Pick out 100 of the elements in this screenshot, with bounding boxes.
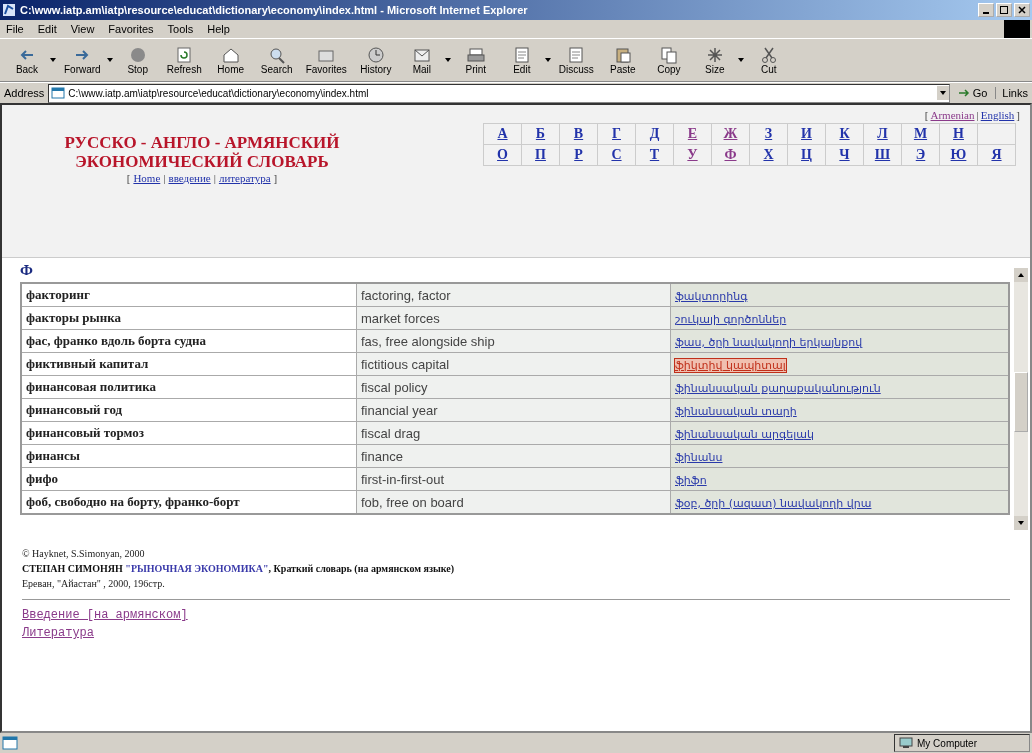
- letter-link[interactable]: Ч: [839, 147, 850, 162]
- scrollbar-thumb[interactable]: [1014, 372, 1028, 432]
- nav-link[interactable]: Home: [133, 172, 161, 184]
- english-term: fas, free alongside ship: [361, 333, 495, 349]
- letter-link[interactable]: Э: [915, 147, 926, 162]
- armenian-term-link[interactable]: շուկայի գործոններ: [675, 312, 787, 326]
- menu-item[interactable]: Favorites: [108, 23, 154, 35]
- book-citation: СТЕПАН СИМОНЯН "РЫНОЧНАЯ ЭКОНОМИКА", Краткий словарь (на армянском языке): [22, 563, 455, 574]
- toolbar-button[interactable]: Copy: [645, 44, 692, 76]
- address-label: Address: [4, 87, 45, 99]
- dropdown-arrow-icon[interactable]: [106, 58, 113, 62]
- russian-term: финансы: [26, 448, 80, 463]
- toolbar-button[interactable]: Search: [253, 44, 300, 76]
- armenian-term-link[interactable]: ֆիկտիվ կապիտալ: [675, 358, 786, 372]
- toolbar-button[interactable]: Favorites: [299, 44, 353, 76]
- letter-link[interactable]: Ц: [801, 147, 812, 162]
- bracket: |: [976, 109, 979, 121]
- dropdown-arrow-icon[interactable]: [50, 58, 56, 62]
- footer-link[interactable]: Введение [на армянском]: [22, 608, 188, 622]
- armenian-term-link[interactable]: ֆինանս: [675, 450, 723, 464]
- copy-icon: [658, 45, 679, 64]
- dropdown-arrow-icon[interactable]: [544, 58, 551, 62]
- letter-link[interactable]: В: [573, 126, 584, 141]
- letter-link[interactable]: К: [839, 126, 850, 141]
- menu-item[interactable]: Help: [207, 23, 230, 35]
- menu-item[interactable]: Edit: [37, 23, 57, 35]
- maximize-button[interactable]: [996, 3, 1012, 17]
- letter-link[interactable]: О: [497, 147, 508, 162]
- close-button[interactable]: [1014, 3, 1030, 17]
- letter-link[interactable]: З: [764, 126, 773, 141]
- nav-link[interactable]: литература: [218, 172, 271, 184]
- letter-link[interactable]: У: [687, 147, 698, 162]
- toolbar-button[interactable]: Home: [207, 44, 254, 76]
- toolbar-button[interactable]: Size: [691, 44, 738, 76]
- letter-link[interactable]: Х: [763, 147, 774, 162]
- nav-link[interactable]: введение: [168, 172, 211, 184]
- language-link[interactable]: Armenian: [930, 109, 975, 121]
- russian-term: факторы рынка: [26, 310, 121, 325]
- security-zone: My Computer: [894, 734, 1030, 752]
- footer-link[interactable]: Литература: [22, 626, 94, 640]
- letter-link[interactable]: Д: [649, 126, 660, 141]
- bracket: [: [126, 172, 131, 184]
- letter-link[interactable]: Е: [687, 126, 698, 141]
- scrollbar[interactable]: [1014, 268, 1028, 530]
- bracket: |: [213, 172, 216, 184]
- toolbar-button[interactable]: Cut: [745, 44, 792, 76]
- letter-link[interactable]: Г: [612, 126, 621, 141]
- english-term: financial year: [361, 402, 438, 418]
- minimize-button[interactable]: [978, 3, 994, 17]
- letter-link[interactable]: Р: [574, 147, 583, 162]
- toolbar-button[interactable]: History: [352, 44, 399, 76]
- scroll-up-icon[interactable]: [1014, 268, 1028, 282]
- dropdown-arrow-icon[interactable]: [444, 58, 451, 62]
- page-icon: [2, 736, 18, 750]
- menu-item[interactable]: View: [70, 23, 95, 35]
- letter-link[interactable]: Л: [877, 126, 888, 141]
- address-field[interactable]: C:\www.iatp.am\iatp\resource\educat\dictionary\economy\index.html: [48, 83, 950, 103]
- letter-link[interactable]: Н: [953, 126, 964, 141]
- toolbar-button[interactable]: Mail: [398, 44, 445, 76]
- go-arrow-icon: [957, 88, 970, 98]
- dropdown-arrow-icon[interactable]: [737, 58, 744, 62]
- menu-item[interactable]: File: [6, 23, 24, 35]
- russian-term: факторинг: [26, 287, 90, 302]
- russian-term: фас, франко вдоль борта судна: [26, 333, 207, 348]
- letter-link[interactable]: Я: [991, 147, 1002, 162]
- toolbar-button[interactable]: Paste: [599, 44, 646, 76]
- letter-link[interactable]: И: [801, 126, 812, 141]
- scroll-down-icon[interactable]: [1014, 516, 1028, 530]
- dictionary-title: РУССКО - АНГЛО - АРМЯНСКИЙ ЭКОНОМИЧЕСКИЙ СЛОВАРЬ: [64, 133, 340, 171]
- computer-icon: [899, 737, 913, 749]
- letter-link[interactable]: Т: [649, 147, 660, 162]
- toolbar-button[interactable]: Discuss: [552, 44, 600, 76]
- links-button[interactable]: Links: [995, 87, 1028, 99]
- toolbar-button[interactable]: Stop: [114, 44, 161, 76]
- english-term: finance: [361, 448, 403, 464]
- english-term: fiscal policy: [361, 379, 428, 395]
- russian-term: финансовый тормоз: [26, 425, 144, 440]
- go-button[interactable]: Go: [953, 87, 992, 99]
- letter-link[interactable]: Б: [535, 126, 546, 141]
- copyright-text: © Hayknet, S.Simonyan, 2000: [22, 548, 145, 559]
- letter-link[interactable]: П: [535, 147, 546, 162]
- bracket: ]: [273, 172, 278, 184]
- toolbar-button[interactable]: Edit: [498, 44, 545, 76]
- letter-link[interactable]: С: [611, 147, 622, 162]
- english-term: factoring, factor: [361, 287, 451, 303]
- toolbar-button[interactable]: Back: [4, 44, 50, 76]
- toolbar-button[interactable]: Forward: [58, 44, 107, 76]
- letter-link[interactable]: А: [497, 126, 508, 141]
- armenian-term-link[interactable]: ֆակտորինգ: [675, 289, 748, 303]
- toolbar-button[interactable]: Print: [452, 44, 499, 76]
- bracket: |: [163, 172, 166, 184]
- imprint-text: Ереван, "Айастан" , 2000, 196стр.: [22, 578, 165, 589]
- russian-term: финансовый год: [26, 402, 123, 417]
- window-title: C:\www.iatp.am\iatp\resource\educat\dictionary\economy\index.html - Microsoft Internet Explorer: [20, 4, 529, 16]
- english-term: first-in-first-out: [361, 471, 445, 487]
- menu-item[interactable]: Tools: [167, 23, 194, 35]
- armenian-term-link[interactable]: ֆիֆո: [675, 473, 707, 487]
- toolbar-button[interactable]: Refresh: [160, 44, 208, 76]
- language-link[interactable]: English: [980, 109, 1015, 121]
- section-letter: Ф: [20, 262, 34, 280]
